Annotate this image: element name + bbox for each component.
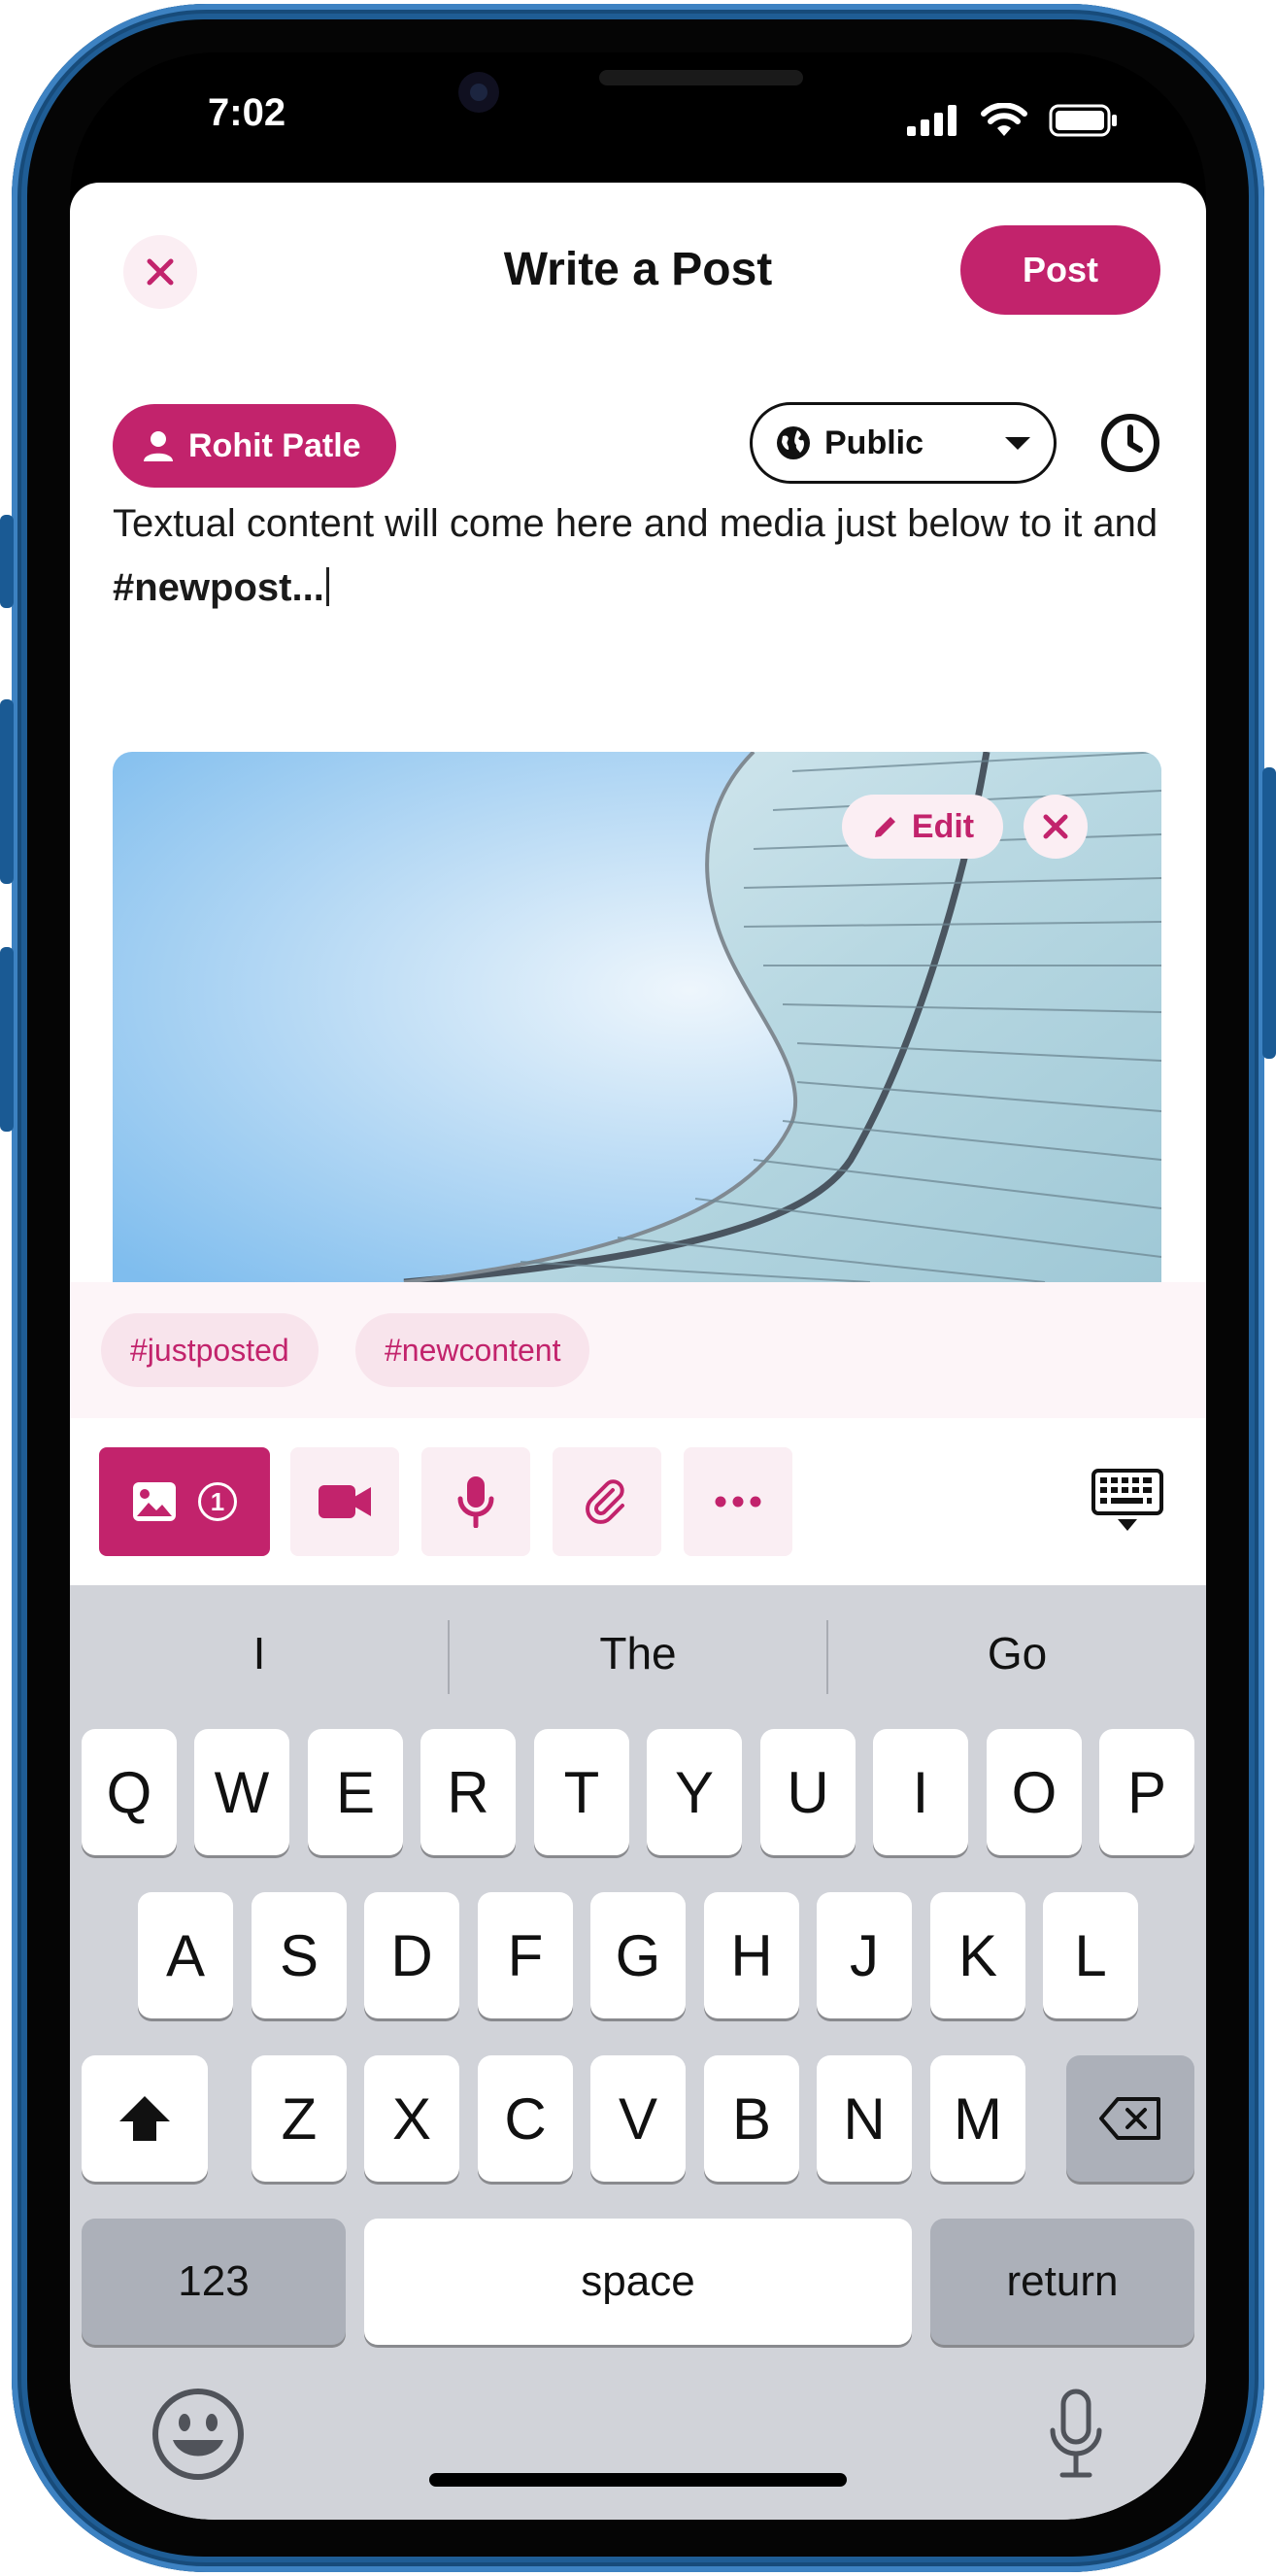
add-audio-button[interactable] [421, 1447, 530, 1556]
hashtag-suggestions: #justposted #newcontent [70, 1282, 1206, 1418]
author-chip[interactable]: Rohit Patle [113, 404, 396, 488]
more-dots-icon [715, 1496, 761, 1508]
emoji-key[interactable] [151, 2388, 245, 2486]
key[interactable]: L [1043, 1892, 1138, 2018]
shift-key[interactable] [82, 2055, 208, 2182]
screen: 7:02 Write a Post Post Rohit Patle Publi… [70, 52, 1206, 2520]
key[interactable]: Z [252, 2055, 347, 2182]
signal-icon [907, 105, 957, 136]
author-name: Rohit Patle [188, 426, 361, 464]
key[interactable]: S [252, 1892, 347, 2018]
key[interactable]: R [420, 1729, 516, 1855]
dropdown-caret-icon [1005, 436, 1030, 450]
user-icon [144, 431, 173, 461]
key[interactable]: H [704, 1892, 799, 2018]
image-count-badge: 1 [198, 1482, 237, 1521]
key[interactable]: P [1099, 1729, 1194, 1855]
hide-keyboard-button[interactable] [1091, 1469, 1163, 1538]
post-text-body: Textual content will come here and media… [113, 502, 1158, 545]
visibility-dropdown[interactable]: Public [750, 402, 1057, 484]
hashtag-chip[interactable]: #newcontent [355, 1313, 590, 1387]
shift-arrow-icon [119, 2096, 170, 2141]
video-camera-icon [319, 1485, 371, 1518]
key[interactable]: B [704, 2055, 799, 2182]
image-icon [133, 1482, 176, 1521]
key[interactable]: G [590, 1892, 686, 2018]
key[interactable]: A [138, 1892, 233, 2018]
key[interactable]: U [760, 1729, 856, 1855]
action-button [0, 515, 14, 608]
media-image [113, 752, 1161, 1282]
text-cursor [325, 567, 329, 606]
home-indicator [429, 2473, 847, 2487]
paperclip-icon [586, 1479, 624, 1524]
media-toolbar: 1 [70, 1418, 1206, 1585]
key[interactable]: J [817, 1892, 912, 2018]
add-video-button[interactable] [290, 1447, 399, 1556]
space-key[interactable]: space [364, 2219, 912, 2345]
system-keyboard: I The Go Q W E R T Y U I O P A S D F G H… [70, 1585, 1206, 2520]
key[interactable]: D [364, 1892, 459, 2018]
visibility-label: Public [824, 424, 924, 461]
keyboard-icon [1091, 1469, 1163, 1531]
remove-media-button[interactable] [1024, 795, 1088, 859]
key[interactable]: N [817, 2055, 912, 2182]
key[interactable]: X [364, 2055, 459, 2182]
backspace-icon [1099, 2097, 1160, 2140]
wifi-icon [981, 103, 1027, 136]
hashtag-chip[interactable]: #justposted [101, 1313, 319, 1387]
suggestion-item[interactable]: Go [828, 1614, 1206, 1692]
key[interactable]: Y [647, 1729, 742, 1855]
close-icon [1043, 814, 1068, 839]
front-camera [458, 72, 499, 113]
post-text-input[interactable]: Textual content will come here and media… [113, 491, 1161, 620]
edit-label: Edit [911, 807, 975, 845]
post-text-hashtag: #newpost... [113, 566, 324, 609]
edit-media-button[interactable]: Edit [842, 795, 1003, 859]
status-icons [907, 103, 1119, 138]
add-image-button[interactable]: 1 [99, 1447, 270, 1556]
dictation-key[interactable] [1047, 2388, 1105, 2486]
key[interactable]: V [590, 2055, 686, 2182]
attach-file-button[interactable] [553, 1447, 661, 1556]
key[interactable]: W [194, 1729, 289, 1855]
power-button [1262, 767, 1276, 1059]
key[interactable]: F [478, 1892, 573, 2018]
key[interactable]: C [478, 2055, 573, 2182]
pencil-icon [874, 817, 895, 837]
key[interactable]: K [930, 1892, 1025, 2018]
key[interactable]: M [930, 2055, 1025, 2182]
microphone-icon [457, 1476, 494, 1528]
earpiece [599, 70, 803, 85]
compose-sheet: Write a Post Post Rohit Patle Public Tex… [70, 183, 1206, 2520]
emoji-icon [152, 2389, 244, 2480]
media-preview[interactable] [113, 752, 1161, 1282]
numbers-key[interactable]: 123 [82, 2219, 346, 2345]
key[interactable]: Q [82, 1729, 177, 1855]
return-key[interactable]: return [930, 2219, 1194, 2345]
key[interactable]: I [873, 1729, 968, 1855]
post-button[interactable]: Post [960, 225, 1160, 315]
more-options-button[interactable] [684, 1447, 792, 1556]
volume-up-button [0, 699, 14, 884]
clock-icon [1101, 414, 1159, 472]
battery-icon [1049, 104, 1117, 137]
key[interactable]: E [308, 1729, 403, 1855]
globe-icon [777, 426, 810, 459]
status-time: 7:02 [208, 91, 286, 134]
suggestion-item[interactable]: The [450, 1614, 826, 1692]
key[interactable]: T [534, 1729, 629, 1855]
microphone-icon [1050, 2389, 1102, 2478]
schedule-button[interactable] [1099, 412, 1161, 479]
delete-key[interactable] [1066, 2055, 1194, 2182]
key[interactable]: O [987, 1729, 1082, 1855]
volume-down-button [0, 947, 14, 1132]
suggestion-item[interactable]: I [70, 1614, 449, 1692]
